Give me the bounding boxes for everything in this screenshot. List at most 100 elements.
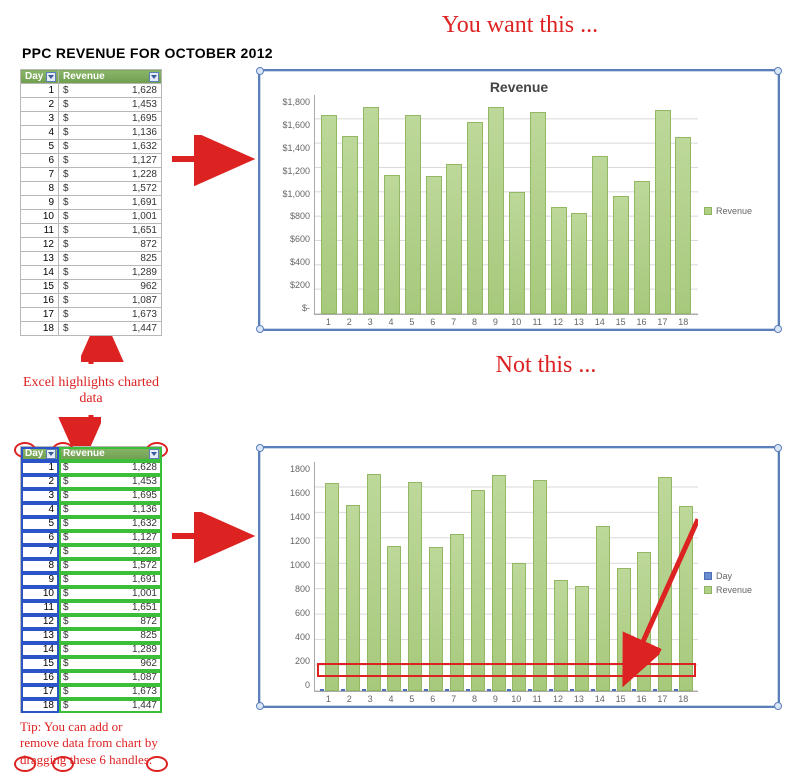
cell-day[interactable]: 18 bbox=[21, 322, 59, 336]
cell-revenue[interactable]: $1,127 bbox=[59, 531, 162, 545]
cell-day[interactable]: 2 bbox=[21, 98, 59, 112]
cell-revenue[interactable]: $1,453 bbox=[59, 98, 162, 112]
cell-revenue[interactable]: $1,572 bbox=[59, 559, 162, 573]
cell-day[interactable]: 6 bbox=[21, 531, 59, 545]
cell-revenue[interactable]: $872 bbox=[59, 238, 162, 252]
cell-day[interactable]: 4 bbox=[21, 503, 59, 517]
chart-handle-icon[interactable] bbox=[774, 444, 782, 452]
cell-revenue[interactable]: $825 bbox=[59, 252, 162, 266]
chart-good[interactable]: Revenue $1,800$1,600$1,400$1,200$1,000$8… bbox=[258, 69, 780, 331]
cell-revenue[interactable]: $962 bbox=[59, 280, 162, 294]
cell-revenue[interactable]: $1,087 bbox=[59, 671, 162, 685]
cell-revenue[interactable]: $1,136 bbox=[59, 503, 162, 517]
cell-day[interactable]: 14 bbox=[21, 643, 59, 657]
chart-handle-icon[interactable] bbox=[774, 67, 782, 75]
cell-day[interactable]: 16 bbox=[21, 671, 59, 685]
cell-day[interactable]: 14 bbox=[21, 266, 59, 280]
cell-day[interactable]: 15 bbox=[21, 657, 59, 671]
cell-revenue[interactable]: $1,632 bbox=[59, 517, 162, 531]
cell-day[interactable]: 1 bbox=[21, 461, 59, 475]
cell-revenue[interactable]: $1,289 bbox=[59, 643, 162, 657]
cell-day[interactable]: 7 bbox=[21, 168, 59, 182]
cell-day[interactable]: 8 bbox=[21, 559, 59, 573]
cell-revenue[interactable]: $1,695 bbox=[59, 112, 162, 126]
cell-revenue[interactable]: $1,001 bbox=[59, 587, 162, 601]
cell-revenue[interactable]: $1,651 bbox=[59, 224, 162, 238]
bad-data-highlight bbox=[317, 663, 696, 677]
cell-day[interactable]: 18 bbox=[21, 699, 59, 713]
cell-revenue[interactable]: $1,001 bbox=[59, 210, 162, 224]
col-revenue-header[interactable]: Revenue bbox=[59, 447, 162, 461]
chart-bad[interactable]: 180016001400120010008006004002000 123456… bbox=[258, 446, 780, 708]
cell-day[interactable]: 9 bbox=[21, 573, 59, 587]
legend-swatch-icon bbox=[704, 572, 712, 580]
cell-revenue[interactable]: $1,127 bbox=[59, 154, 162, 168]
cell-revenue[interactable]: $1,695 bbox=[59, 489, 162, 503]
chart-handle-icon[interactable] bbox=[256, 67, 264, 75]
cell-day[interactable]: 12 bbox=[21, 615, 59, 629]
cell-day[interactable]: 3 bbox=[21, 112, 59, 126]
cell-day[interactable]: 12 bbox=[21, 238, 59, 252]
filter-icon[interactable] bbox=[149, 72, 159, 82]
cell-day[interactable]: 3 bbox=[21, 489, 59, 503]
filter-icon[interactable] bbox=[46, 72, 56, 82]
cell-day[interactable]: 10 bbox=[21, 587, 59, 601]
cell-revenue[interactable]: $1,572 bbox=[59, 182, 162, 196]
cell-day[interactable]: 5 bbox=[21, 517, 59, 531]
filter-icon[interactable] bbox=[46, 449, 56, 459]
cell-day[interactable]: 7 bbox=[21, 545, 59, 559]
cell-revenue[interactable]: $1,228 bbox=[59, 168, 162, 182]
cell-revenue[interactable]: $1,447 bbox=[59, 322, 162, 336]
cell-day[interactable]: 4 bbox=[21, 126, 59, 140]
cell-revenue[interactable]: $1,453 bbox=[59, 475, 162, 489]
cell-day[interactable]: 5 bbox=[21, 140, 59, 154]
chart-bar-day bbox=[570, 689, 574, 691]
cell-revenue[interactable]: $872 bbox=[59, 615, 162, 629]
cell-day[interactable]: 1 bbox=[21, 84, 59, 98]
cell-revenue[interactable]: $1,447 bbox=[59, 699, 162, 713]
filter-icon[interactable] bbox=[149, 449, 159, 459]
cell-day[interactable]: 13 bbox=[21, 252, 59, 266]
chart-handle-icon[interactable] bbox=[256, 702, 264, 710]
cell-day[interactable]: 13 bbox=[21, 629, 59, 643]
cell-revenue[interactable]: $1,632 bbox=[59, 140, 162, 154]
cell-day[interactable]: 11 bbox=[21, 224, 59, 238]
cell-day[interactable]: 17 bbox=[21, 308, 59, 322]
cell-revenue[interactable]: $962 bbox=[59, 657, 162, 671]
legend-swatch-icon bbox=[704, 586, 712, 594]
cell-day[interactable]: 2 bbox=[21, 475, 59, 489]
col-day-header[interactable]: Day bbox=[21, 447, 59, 461]
col-revenue-header[interactable]: Revenue bbox=[59, 70, 162, 84]
chart-handle-icon[interactable] bbox=[774, 702, 782, 710]
cell-day[interactable]: 17 bbox=[21, 685, 59, 699]
cell-revenue[interactable]: $1,628 bbox=[59, 461, 162, 475]
cell-revenue[interactable]: $1,228 bbox=[59, 545, 162, 559]
caption-want: You want this ... bbox=[260, 12, 780, 39]
cell-revenue[interactable]: $1,673 bbox=[59, 685, 162, 699]
chart-bar bbox=[467, 122, 483, 314]
cell-revenue[interactable]: $1,651 bbox=[59, 601, 162, 615]
chart-handle-icon[interactable] bbox=[774, 325, 782, 333]
cell-revenue[interactable]: $1,136 bbox=[59, 126, 162, 140]
chart-good-title: Revenue bbox=[268, 79, 770, 95]
cell-revenue[interactable]: $825 bbox=[59, 629, 162, 643]
cell-revenue[interactable]: $1,289 bbox=[59, 266, 162, 280]
chart-bar-day bbox=[403, 689, 407, 691]
arrow-up-icon bbox=[71, 336, 111, 366]
col-day-header[interactable]: Day bbox=[21, 70, 59, 84]
cell-revenue[interactable]: $1,691 bbox=[59, 196, 162, 210]
cell-revenue[interactable]: $1,087 bbox=[59, 294, 162, 308]
cell-day[interactable]: 11 bbox=[21, 601, 59, 615]
cell-day[interactable]: 8 bbox=[21, 182, 59, 196]
cell-revenue[interactable]: $1,673 bbox=[59, 308, 162, 322]
cell-day[interactable]: 16 bbox=[21, 294, 59, 308]
cell-revenue[interactable]: $1,628 bbox=[59, 84, 162, 98]
cell-day[interactable]: 15 bbox=[21, 280, 59, 294]
cell-revenue[interactable]: $1,691 bbox=[59, 573, 162, 587]
chart-bar-day bbox=[320, 689, 324, 691]
cell-day[interactable]: 6 bbox=[21, 154, 59, 168]
cell-day[interactable]: 10 bbox=[21, 210, 59, 224]
chart-handle-icon[interactable] bbox=[256, 444, 264, 452]
chart-handle-icon[interactable] bbox=[256, 325, 264, 333]
cell-day[interactable]: 9 bbox=[21, 196, 59, 210]
